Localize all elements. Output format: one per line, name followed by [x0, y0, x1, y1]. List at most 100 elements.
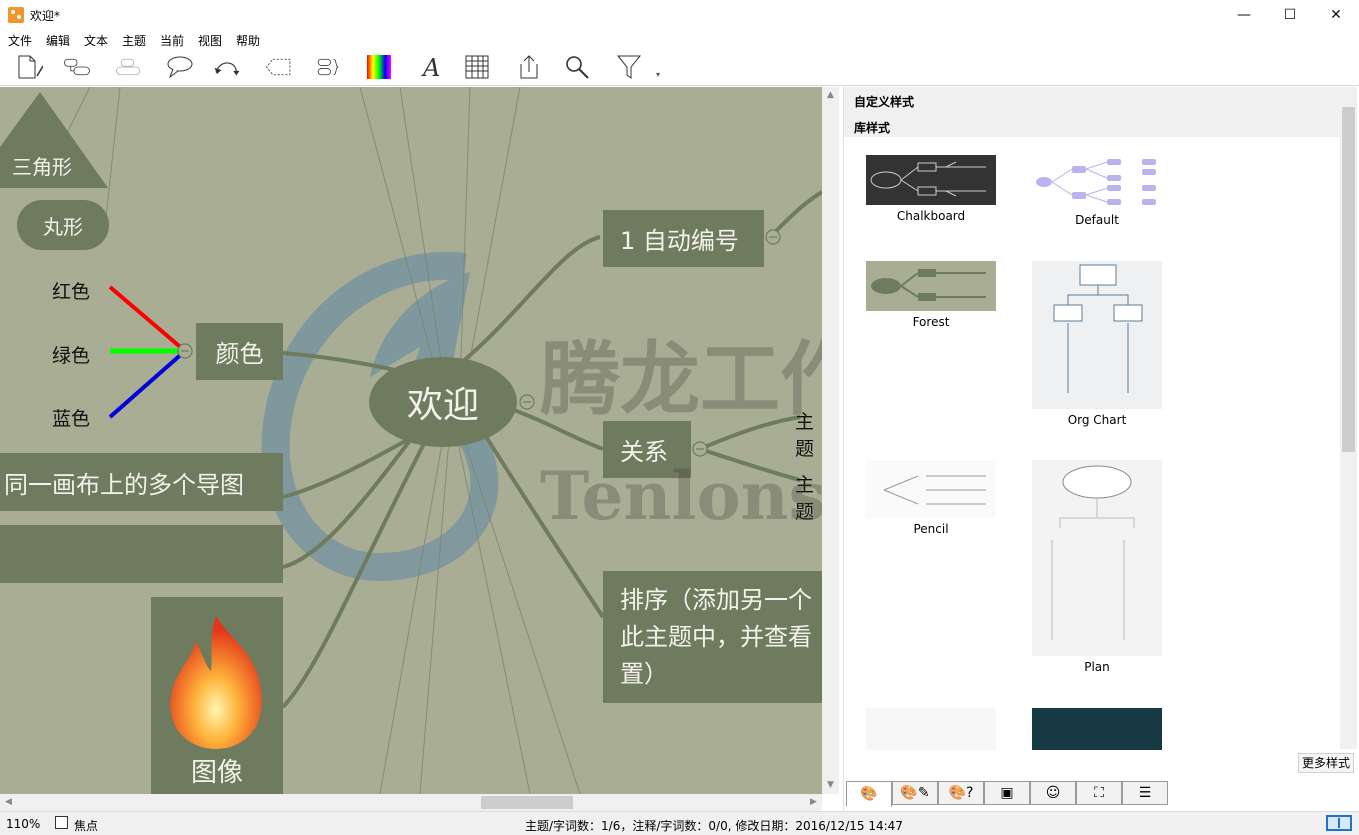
watermark-cn: 腾龙工作室 [540, 332, 822, 426]
menu-file[interactable]: 文件 [8, 32, 32, 49]
custom-styles-heading[interactable]: 自定义样式 [854, 93, 914, 110]
font-icon[interactable]: A [412, 52, 446, 82]
add-topic-icon[interactable] [60, 52, 94, 82]
focus-label: 焦点 [74, 819, 99, 833]
theme-help-tab-icon[interactable]: 🎨? [938, 781, 984, 805]
style-preview-partial-1[interactable] [866, 708, 996, 750]
topic-multi-maps[interactable]: 同一画布上的多个导图 [0, 453, 283, 511]
minimize-button[interactable]: — [1221, 0, 1267, 30]
search-icon[interactable] [560, 52, 594, 82]
topic-image-label: 图像 [190, 758, 243, 788]
topic-multi-maps-label: 同一画布上的多个导图 [4, 470, 244, 499]
style-thumb-org-chart [1032, 261, 1162, 409]
style-chalkboard[interactable]: Chalkboard [866, 155, 996, 223]
topic-ellipse[interactable]: 丸形 [17, 200, 109, 250]
styles-panel: 自定义样式 库样式 Chalkboard Default Forest Org … [843, 87, 1359, 811]
topic-colors[interactable]: 颜色 [196, 323, 283, 380]
topic-colors-label: 颜色 [215, 340, 264, 368]
menu-help[interactable]: 帮助 [236, 32, 260, 49]
style-preview-partial-2[interactable] [1032, 708, 1162, 750]
outline-tab-icon[interactable]: ☰ [1122, 781, 1168, 805]
app-icon [8, 7, 24, 23]
watermark-en: Tenlonstudio.com [540, 457, 822, 535]
scroll-down-icon[interactable]: ▼ [822, 777, 839, 794]
export-icon[interactable] [512, 52, 546, 82]
topic-red[interactable]: 红色 [52, 277, 90, 304]
menu-current[interactable]: 当前 [160, 32, 184, 49]
menu-view[interactable]: 视图 [198, 32, 222, 49]
emoji-tab-icon[interactable]: ☺ [1030, 781, 1076, 805]
style-thumb-pencil [866, 460, 996, 518]
presentation-tab-icon[interactable]: ⛶ [1076, 781, 1122, 805]
summary-icon[interactable] [312, 52, 346, 82]
filter-icon[interactable] [612, 52, 646, 82]
topic-auto-number[interactable]: 1 自动编号 [603, 210, 764, 267]
topic-triangle[interactable]: 三角形 [12, 151, 72, 180]
close-button[interactable]: ✕ [1313, 0, 1359, 30]
scroll-right-icon[interactable]: ▶ [805, 794, 822, 811]
svg-text:A: A [421, 54, 440, 80]
panel-toggle-icon[interactable] [1326, 815, 1352, 831]
title-bar: 欢迎* — ☐ ✕ [0, 0, 1359, 30]
style-forest[interactable]: Forest [866, 261, 996, 329]
boundary-icon[interactable] [262, 52, 296, 82]
central-topic[interactable]: 欢迎 [369, 357, 517, 447]
maximize-button[interactable]: ☐ [1267, 0, 1313, 30]
library-styles-heading[interactable]: 库样式 [854, 119, 890, 136]
panel-scroll-thumb[interactable] [1342, 107, 1355, 452]
central-topic-label: 欢迎 [406, 385, 479, 426]
scroll-left-icon[interactable]: ◀ [0, 794, 17, 811]
topic-green[interactable]: 绿色 [52, 341, 90, 368]
menu-bar: 文件 编辑 文本 主题 当前 视图 帮助 [0, 30, 1359, 50]
focus-checkbox[interactable] [55, 816, 68, 829]
style-name-pencil: Pencil [913, 522, 949, 536]
style-thumb-default [1032, 155, 1162, 209]
topic-image[interactable]: 图像 [151, 597, 283, 794]
flame-icon [170, 616, 262, 749]
canvas-horizontal-scrollbar[interactable]: ◀ ▶ [0, 794, 822, 811]
status-bar: 110% 焦点 主题/字词数：1/6，注释/字词数：0/0, 修改日期：2016… [0, 811, 1359, 835]
mindmap-canvas[interactable]: 三角形 丸形 红色 绿色 蓝色 颜色 欢迎 同一画布上的多个导图 图像 1 自动… [0, 87, 822, 794]
topic-sort-line2: 此主题中，并查看 [620, 622, 812, 651]
style-name-default: Default [1075, 213, 1119, 227]
panel-vertical-scrollbar[interactable] [1340, 87, 1357, 749]
style-thumb-chalkboard [866, 155, 996, 205]
style-org-chart[interactable]: Org Chart [1032, 261, 1162, 427]
more-styles-button[interactable]: 更多样式 [1298, 753, 1354, 773]
table-icon[interactable] [460, 52, 494, 82]
scroll-up-icon[interactable]: ▲ [822, 87, 839, 104]
menu-topic[interactable]: 主题 [122, 32, 146, 49]
topic-blue[interactable]: 蓝色 [52, 404, 90, 431]
style-name-org-chart: Org Chart [1067, 413, 1127, 427]
style-name-forest: Forest [912, 315, 950, 329]
styles-tab-icon[interactable]: 🎨 [846, 781, 892, 807]
panel-header [844, 87, 1340, 137]
relationship-icon[interactable] [210, 52, 244, 82]
style-name-chalkboard: Chalkboard [896, 209, 966, 223]
document-stats: 主题/字词数：1/6，注释/字词数：0/0, 修改日期：2016/12/15 1… [525, 819, 903, 833]
topic-sort-line1: 排序（添加另一个 [620, 585, 812, 614]
topic-auto-number-label: 1 自动编号 [620, 227, 739, 255]
style-pencil[interactable]: Pencil [866, 460, 996, 536]
topic-sort[interactable]: 排序（添加另一个 此主题中，并查看 置） [603, 571, 822, 703]
toolbar: A ▾ [0, 50, 1359, 86]
style-default[interactable]: Default [1032, 155, 1162, 227]
style-name-plan: Plan [1084, 660, 1110, 674]
zoom-level[interactable]: 110% [6, 817, 40, 831]
style-thumb-plan [1032, 460, 1162, 656]
color-icon[interactable] [362, 52, 396, 82]
style-thumb-forest [866, 261, 996, 311]
image-tab-icon[interactable]: ▣ [984, 781, 1030, 805]
horizontal-scroll-thumb[interactable] [481, 796, 573, 809]
window-title: 欢迎* [30, 9, 61, 23]
toolbar-overflow-icon[interactable]: ▾ [656, 70, 660, 79]
theme-edit-tab-icon[interactable]: 🎨✎ [892, 781, 938, 805]
style-plan[interactable]: Plan [1032, 460, 1162, 674]
menu-edit[interactable]: 编辑 [46, 32, 70, 49]
callout-icon[interactable] [162, 52, 196, 82]
topic-empty[interactable] [0, 525, 283, 583]
add-subtopic-icon[interactable] [112, 52, 146, 82]
canvas-vertical-scrollbar[interactable]: ▲ ▼ [822, 87, 839, 794]
menu-text[interactable]: 文本 [84, 32, 108, 49]
new-document-icon[interactable] [12, 52, 46, 82]
